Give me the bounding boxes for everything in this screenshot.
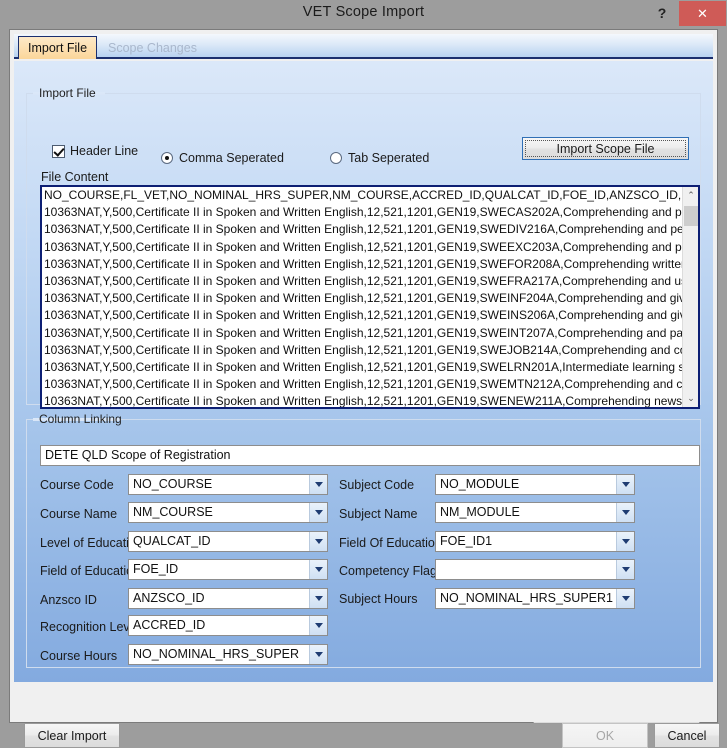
combo-competency-flag[interactable] xyxy=(435,559,635,580)
combo-course-hours[interactable]: NO_NOMINAL_HRS_SUPER xyxy=(128,644,328,665)
label-anzsco-id: Anzsco ID xyxy=(40,593,97,607)
scope-name-input[interactable]: DETE QLD Scope of Registration xyxy=(40,445,700,466)
combo-subject-code[interactable]: NO_MODULE xyxy=(435,474,635,495)
radio-tab-seperated[interactable]: Tab Seperated xyxy=(330,151,429,165)
title-bar: VET Scope Import ? ✕ xyxy=(0,0,727,28)
tab-page-import-file: Import File Header Line Comma Seperated … xyxy=(14,61,713,683)
header-line-label: Header Line xyxy=(70,144,138,158)
label-subject-code: Subject Code xyxy=(339,478,414,492)
chevron-down-icon[interactable] xyxy=(309,532,327,551)
label-course-hours: Course Hours xyxy=(40,649,117,663)
comma-seperated-label: Comma Seperated xyxy=(179,151,284,165)
clear-import-button[interactable]: Clear Import xyxy=(24,723,120,748)
import-scope-file-button[interactable]: Import Scope File xyxy=(522,137,689,160)
combo-field-of-education-right[interactable]: FOE_ID1 xyxy=(435,531,635,552)
chevron-down-icon[interactable] xyxy=(309,475,327,494)
combo-subject-name[interactable]: NM_MODULE xyxy=(435,502,635,523)
file-content-label: File Content xyxy=(41,170,108,184)
header-line-checkbox[interactable]: Header Line xyxy=(52,144,138,158)
combo-subject-name-value: NM_MODULE xyxy=(440,503,614,522)
scroll-down-icon[interactable]: ⌄ xyxy=(683,390,699,407)
combo-recognition-level[interactable]: ACCRED_ID xyxy=(128,615,328,636)
checkbox-box xyxy=(52,145,65,158)
combo-field-of-education-right-value: FOE_ID1 xyxy=(440,532,614,551)
combo-course-name-value: NM_COURSE xyxy=(133,503,307,522)
file-content-scrollbar[interactable]: ⌃ ⌄ xyxy=(682,187,698,407)
help-icon[interactable]: ? xyxy=(649,1,675,25)
ok-button[interactable]: OK xyxy=(562,723,648,748)
label-field-of-education: Field of Education xyxy=(40,564,140,578)
chevron-down-icon[interactable] xyxy=(616,560,634,579)
label-recognition-level: Recognition Level xyxy=(40,620,139,634)
tab-import-file[interactable]: Import File xyxy=(18,36,97,59)
combo-course-hours-value: NO_NOMINAL_HRS_SUPER xyxy=(133,645,307,664)
column-linking-group-title: Column Linking xyxy=(35,412,126,426)
label-course-name: Course Name xyxy=(40,507,117,521)
label-subject-hours: Subject Hours xyxy=(339,592,418,606)
tab-seperated-label: Tab Seperated xyxy=(348,151,429,165)
chevron-down-icon[interactable] xyxy=(616,589,634,608)
label-course-code: Course Code xyxy=(40,478,114,492)
dialog-client-area: Import File Scope Changes Import File He… xyxy=(9,29,718,723)
combo-subject-code-value: NO_MODULE xyxy=(440,475,614,494)
chevron-down-icon[interactable] xyxy=(616,532,634,551)
label-competency-flag: Competency Flag xyxy=(339,564,437,578)
import-file-group-title: Import File xyxy=(35,86,100,100)
label-subject-name: Subject Name xyxy=(339,507,418,521)
dialog-window: VET Scope Import ? ✕ Import File Scope C… xyxy=(0,0,727,732)
combo-course-code-value: NO_COURSE xyxy=(133,475,307,494)
chevron-down-icon[interactable] xyxy=(309,645,327,664)
chevron-down-icon[interactable] xyxy=(616,475,634,494)
close-icon[interactable]: ✕ xyxy=(679,1,726,26)
radio-comma-seperated[interactable]: Comma Seperated xyxy=(161,151,284,165)
chevron-down-icon[interactable] xyxy=(309,503,327,522)
label-field-of-education-right: Field Of Education xyxy=(339,536,442,550)
scrollbar-thumb[interactable] xyxy=(684,206,698,226)
chevron-down-icon[interactable] xyxy=(309,616,327,635)
cancel-button[interactable]: Cancel xyxy=(654,723,720,748)
combo-course-name[interactable]: NM_COURSE xyxy=(128,502,328,523)
window-title: VET Scope Import xyxy=(0,4,727,20)
combo-subject-hours-value: NO_NOMINAL_HRS_SUPER1 xyxy=(440,589,614,608)
combo-recognition-level-value: ACCRED_ID xyxy=(133,616,307,635)
tab-strip: Import File Scope Changes xyxy=(14,34,713,59)
combo-field-of-education[interactable]: FOE_ID xyxy=(128,559,328,580)
combo-level-of-education[interactable]: QUALCAT_ID xyxy=(128,531,328,552)
combo-course-code[interactable]: NO_COURSE xyxy=(128,474,328,495)
combo-field-of-education-value: FOE_ID xyxy=(133,560,307,579)
combo-subject-hours[interactable]: NO_NOMINAL_HRS_SUPER1 xyxy=(435,588,635,609)
radio-dot xyxy=(161,152,173,164)
chevron-down-icon[interactable] xyxy=(616,503,634,522)
combo-anzsco-id[interactable]: ANZSCO_ID xyxy=(128,588,328,609)
combo-level-of-education-value: QUALCAT_ID xyxy=(133,532,307,551)
combo-anzsco-id-value: ANZSCO_ID xyxy=(133,589,307,608)
chevron-down-icon[interactable] xyxy=(309,560,327,579)
scroll-up-icon[interactable]: ⌃ xyxy=(683,187,699,204)
tab-scope-changes[interactable]: Scope Changes xyxy=(98,36,207,59)
file-content-textarea[interactable]: NO_COURSE,FL_VET,NO_NOMINAL_HRS_SUPER,NM… xyxy=(40,185,700,409)
dialog-footer xyxy=(10,682,717,722)
radio-dot xyxy=(330,152,342,164)
file-content-text: NO_COURSE,FL_VET,NO_NOMINAL_HRS_SUPER,NM… xyxy=(44,187,682,407)
chevron-down-icon[interactable] xyxy=(309,589,327,608)
